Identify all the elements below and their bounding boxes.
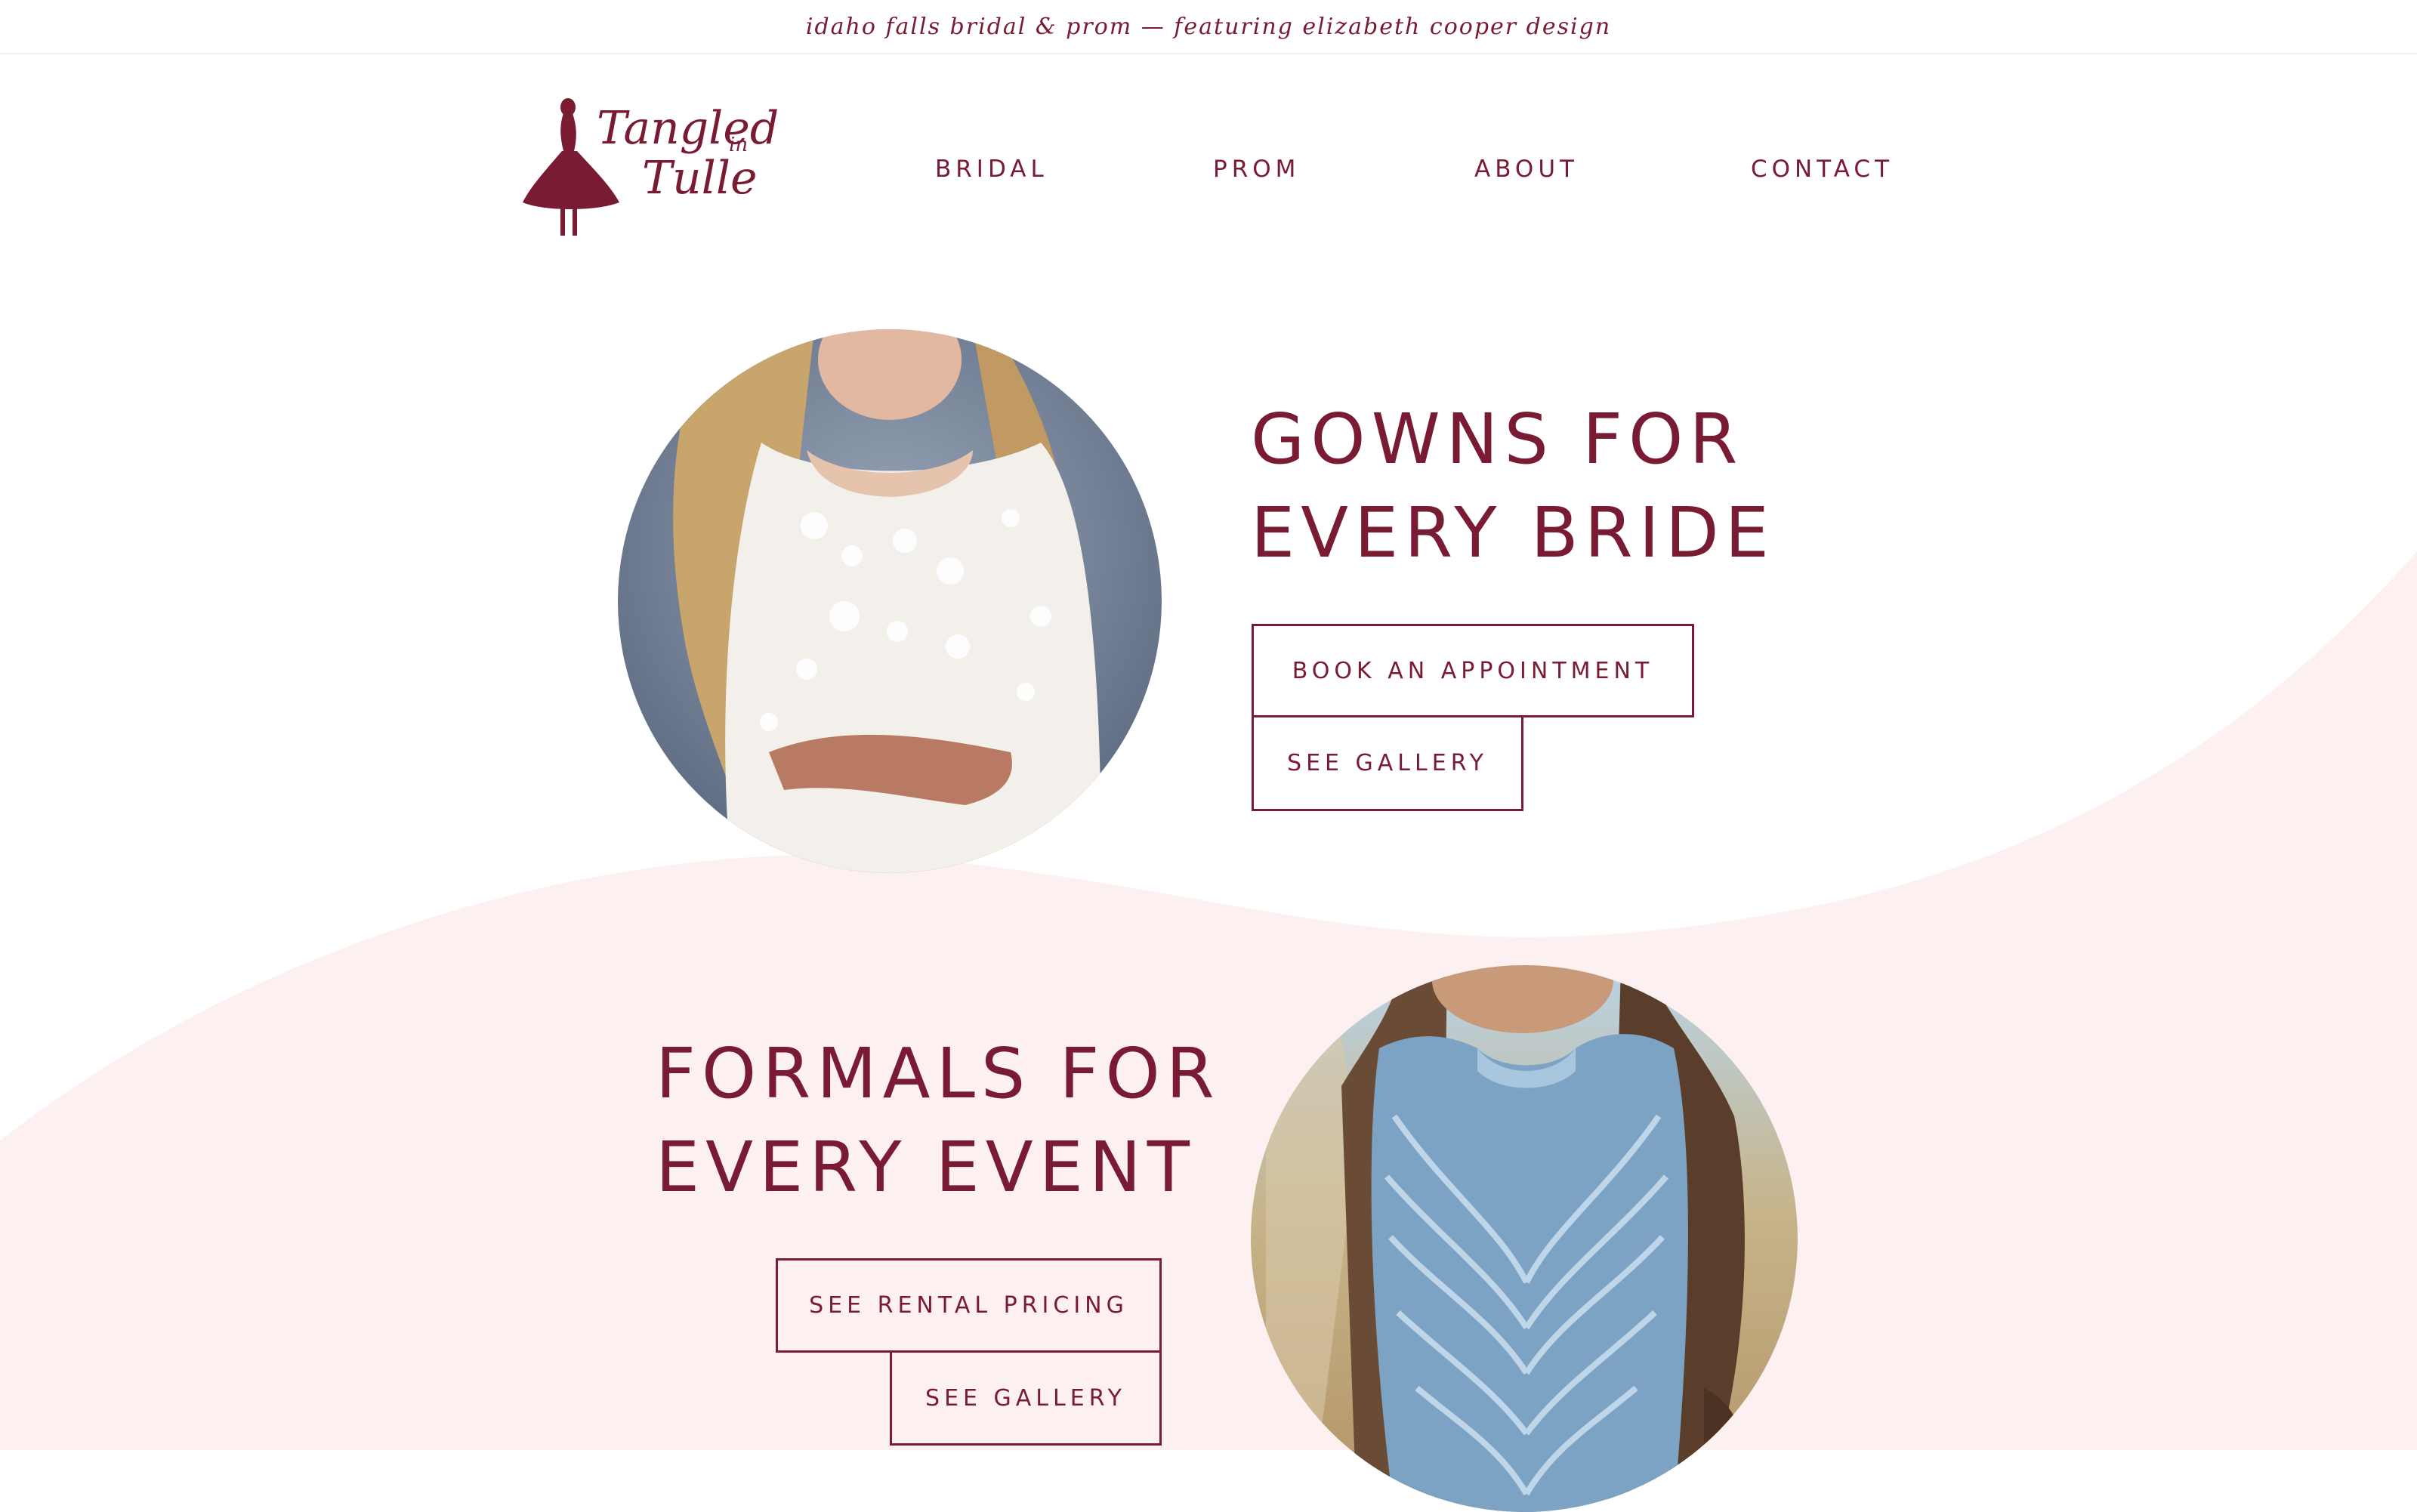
bridal-heading: GOWNS FOR EVERY BRIDE [1251, 393, 1775, 580]
book-appointment-button[interactable]: BOOK AN APPOINTMENT [1252, 624, 1694, 717]
nav-item-about[interactable]: ABOUT [1474, 156, 1579, 183]
logo-link[interactable]: Tangled in Tulle [521, 91, 779, 242]
nav-item-prom[interactable]: PROM [1213, 156, 1300, 183]
logo-line2: Tulle [642, 152, 758, 205]
formal-heading: FORMALS FOR EVERY EVENT [656, 1027, 1221, 1214]
formal-heading-line2: EVERY EVENT [656, 1127, 1196, 1208]
bride-photo-illustration [618, 329, 1162, 873]
bride-lace-gown-photo [618, 329, 1162, 873]
bridal-heading-line2: EVERY BRIDE [1251, 492, 1775, 573]
nav-item-bridal[interactable]: BRIDAL [935, 156, 1048, 183]
formal-heading-line1: FORMALS FOR [656, 1033, 1221, 1114]
bridal-heading-line1: GOWNS FOR [1251, 399, 1744, 480]
rental-pricing-button[interactable]: SEE RENTAL PRICING [776, 1258, 1162, 1353]
formal-photo-illustration [1251, 965, 1798, 1512]
background-wave [0, 551, 2417, 1450]
announcement-bar: idaho falls bridal & prom — featuring el… [0, 0, 2417, 54]
nav-item-contact[interactable]: CONTACT [1751, 156, 1894, 183]
logo-line1: Tangled [597, 102, 779, 155]
bridal-gallery-button[interactable]: SEE GALLERY [1252, 715, 1523, 811]
blue-sequin-dress-photo [1251, 965, 1798, 1512]
formal-gallery-button[interactable]: SEE GALLERY [890, 1350, 1162, 1446]
